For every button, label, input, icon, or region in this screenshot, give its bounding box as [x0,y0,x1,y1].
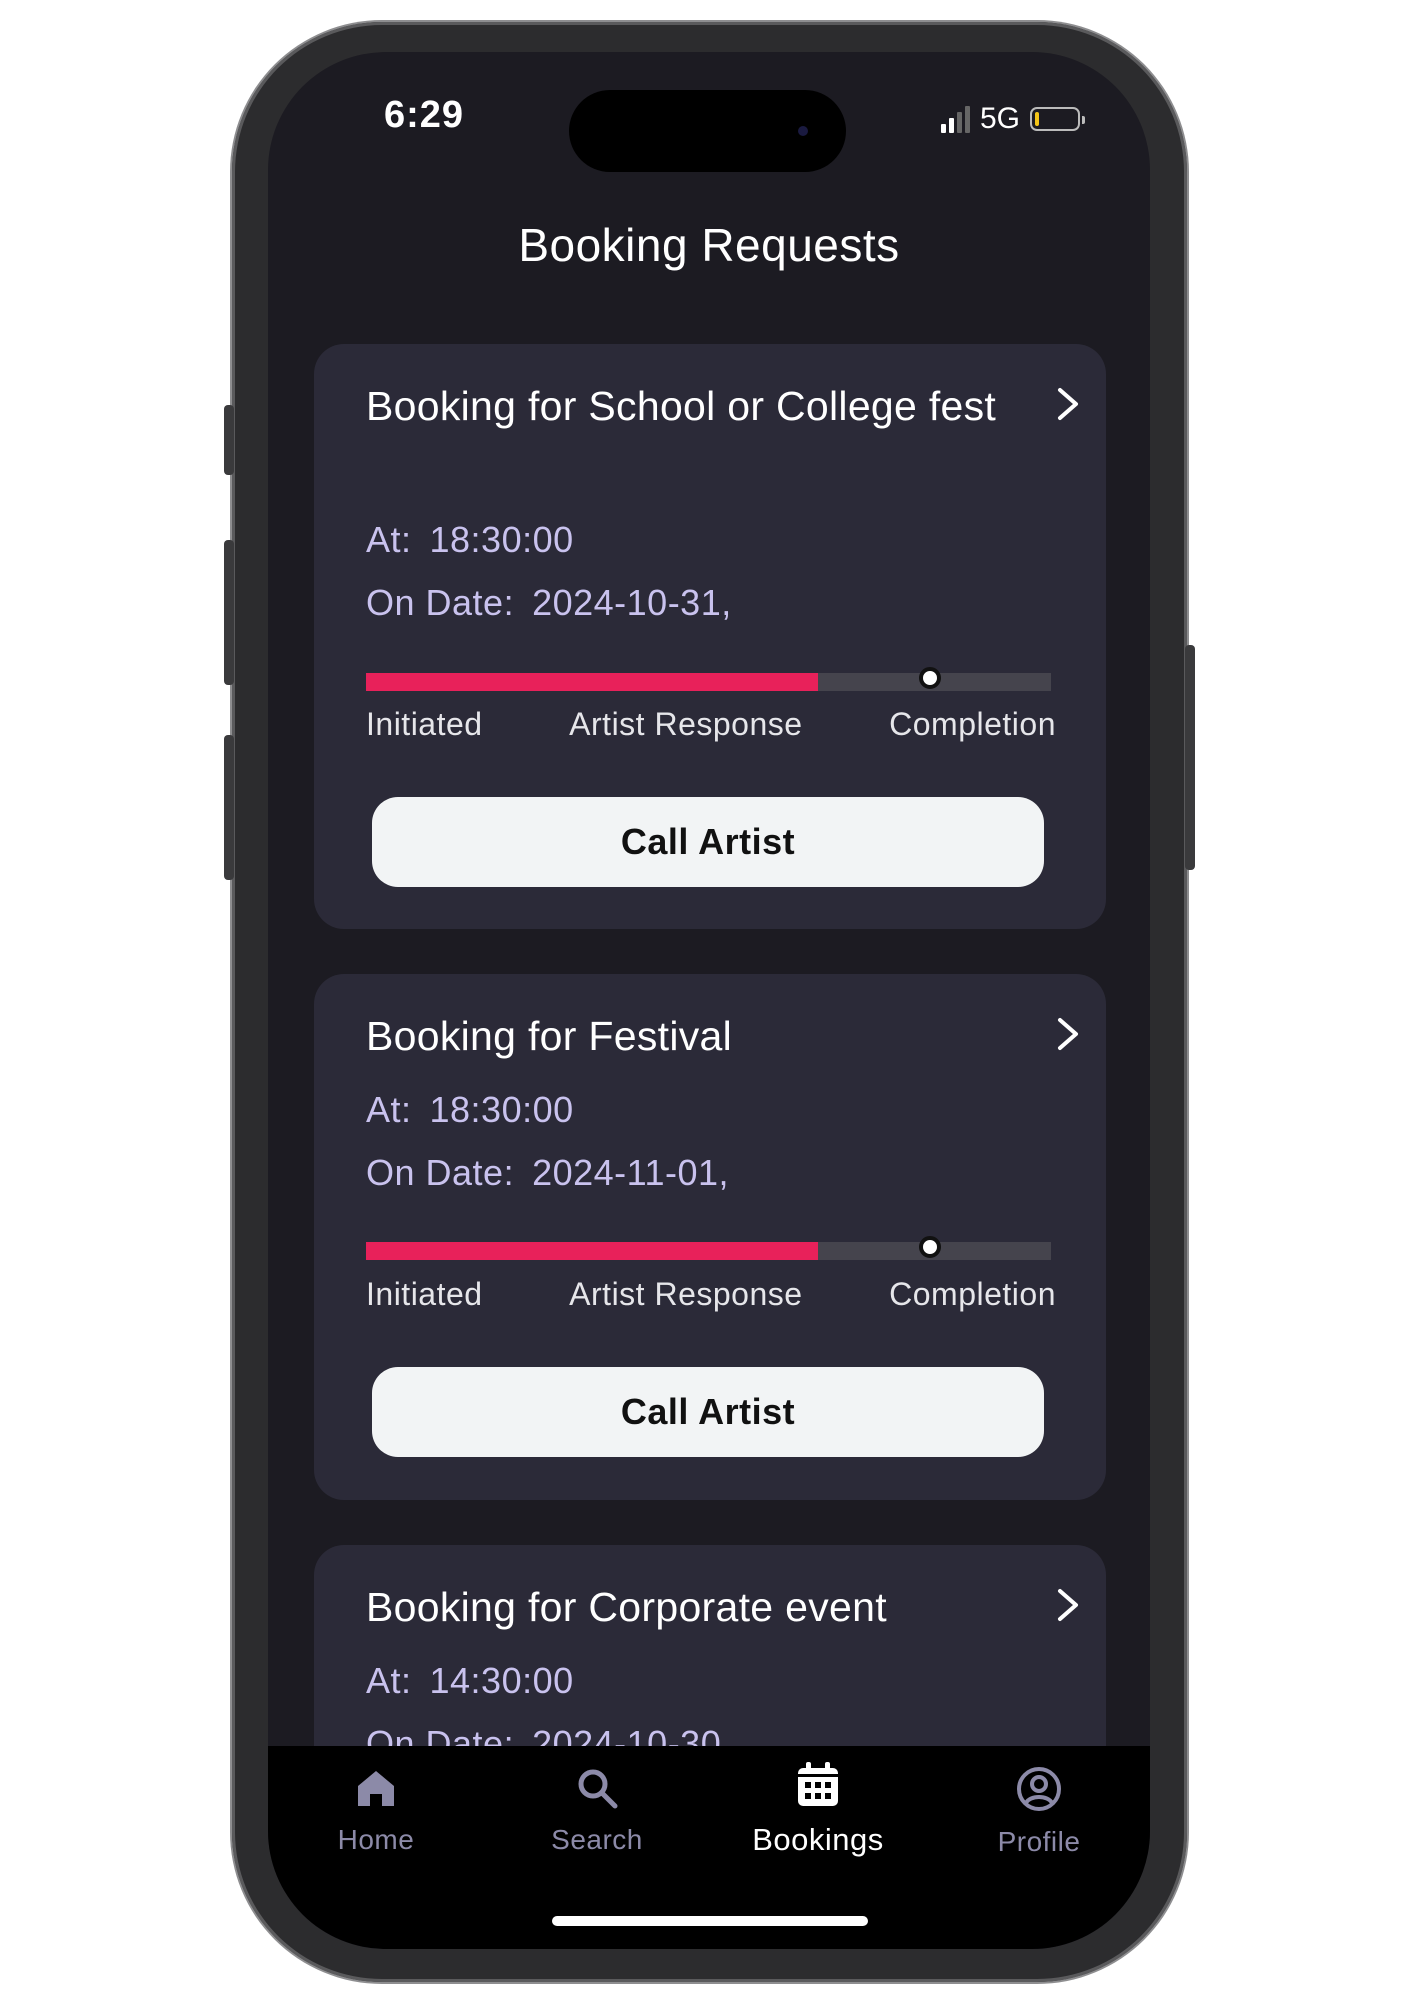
progress-bar [366,667,1051,691]
step-artist-response: Artist Response [569,706,803,742]
booking-date: On Date: 2024-10-31, [366,582,732,624]
step-artist-response: Artist Response [569,1276,803,1312]
app-screen: 6:29 5G Booking Requests Booking for Sch… [268,52,1150,1949]
tab-label: Profile [997,1826,1081,1857]
tab-label: Search [551,1824,643,1855]
bottom-tab-bar: Home Search Bookings Profile [268,1746,1150,1949]
tab-label: Bookings [752,1822,884,1857]
date-label: On Date: [366,1152,515,1193]
volume-up-button [224,540,234,685]
booking-time: At: 18:30:00 [366,519,574,561]
calendar-icon [798,1762,838,1806]
progress-knob [919,667,942,689]
dynamic-island [569,90,846,172]
tab-search[interactable]: Search [497,1766,697,1856]
time-label: At: [366,519,412,560]
booking-time: At: 18:30:00 [366,1089,574,1131]
booking-time: At: 14:30:00 [366,1660,574,1702]
power-button [1185,645,1195,870]
call-artist-button[interactable]: Call Artist [372,1367,1044,1457]
time-value: 18:30:00 [429,519,574,560]
status-time: 6:29 [384,94,465,136]
date-value: 2024-11-01, [532,1152,730,1193]
progress-knob [919,1236,942,1258]
booking-date: On Date: 2024-11-01, [366,1152,729,1194]
step-completion: Completion [889,706,1056,742]
call-artist-button[interactable]: Call Artist [372,797,1044,887]
tab-label: Home [337,1824,415,1855]
progress-fill [366,1242,819,1260]
progress-bar [366,1236,1051,1260]
progress-steps: Initiated Artist Response Completion [366,1276,1056,1313]
home-indicator[interactable] [552,1916,868,1926]
tab-bookings[interactable]: Bookings [718,1762,918,1858]
network-label: 5G [979,102,1020,135]
home-icon [358,1771,394,1806]
chevron-right-icon[interactable] [1048,384,1088,424]
time-label: At: [366,1660,412,1701]
progress-fill [366,673,819,691]
volume-down-button [224,735,234,880]
booking-card[interactable]: Booking for Festival At: 18:30:00 On Date… [314,974,1106,1500]
signal-icon [940,105,970,133]
status-indicators: 5G [940,102,1085,136]
booking-title: Booking for Corporate event [366,1584,887,1630]
progress-steps: Initiated Artist Response Completion [366,706,1056,743]
page-title: Booking Requests [518,219,900,271]
time-label: At: [366,1089,412,1130]
booking-title: Booking for Festival [366,1013,733,1059]
search-icon [578,1769,618,1809]
date-value: 2024-10-31, [532,582,732,623]
step-initiated: Initiated [366,1276,483,1312]
profile-icon [1017,1767,1061,1811]
action-button [224,405,234,475]
booking-card[interactable]: Booking for School or College fest At: 18… [314,344,1106,929]
tab-profile[interactable]: Profile [939,1766,1139,1858]
time-value: 14:30:00 [429,1660,574,1701]
booking-title: Booking for School or College fest [366,383,997,429]
chevron-right-icon[interactable] [1048,1585,1088,1625]
tab-home[interactable]: Home [276,1766,476,1856]
battery-icon [1030,107,1085,131]
step-initiated: Initiated [366,706,483,742]
chevron-right-icon[interactable] [1048,1014,1088,1054]
camera-dot [798,126,808,136]
time-value: 18:30:00 [429,1089,574,1130]
date-label: On Date: [366,582,515,623]
step-completion: Completion [889,1276,1056,1312]
